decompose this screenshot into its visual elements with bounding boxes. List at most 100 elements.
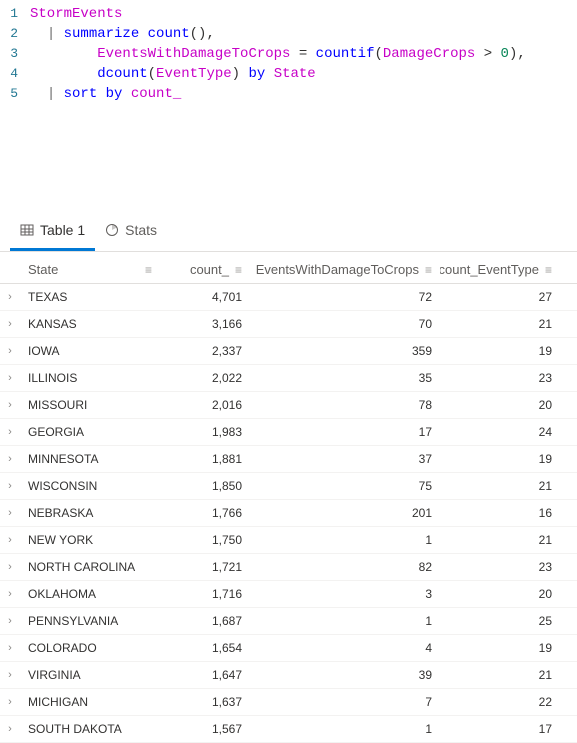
cell-count: 4,701 [160,290,250,304]
table-row[interactable]: ›NEBRASKA1,76620116 [0,500,577,527]
table-row[interactable]: ›MISSOURI2,0167820 [0,392,577,419]
table-row[interactable]: ›COLORADO1,654419 [0,635,577,662]
expand-row-icon[interactable]: › [0,318,20,330]
table-row[interactable]: ›GEORGIA1,9831724 [0,419,577,446]
expand-row-icon[interactable]: › [0,480,20,492]
tab-table[interactable]: Table 1 [10,214,95,251]
expand-row-icon[interactable]: › [0,696,20,708]
code-line[interactable]: 5 | sort by count_ [0,84,577,104]
code-editor[interactable]: 1StormEvents2 | summarize count(),3 Even… [0,0,577,114]
cell-count: 1,716 [160,587,250,601]
table-row[interactable]: ›MINNESOTA1,8813719 [0,446,577,473]
cell-damage: 201 [250,506,440,520]
cell-dcount: 17 [440,722,560,736]
cell-dcount: 21 [440,668,560,682]
table-row[interactable]: ›ILLINOIS2,0223523 [0,365,577,392]
column-header-state[interactable]: State ≡ [20,262,160,277]
table-row[interactable]: ›NEW YORK1,750121 [0,527,577,554]
stats-icon [105,223,119,237]
expand-row-icon[interactable]: › [0,615,20,627]
table-row[interactable]: ›OKLAHOMA1,716320 [0,581,577,608]
menu-icon[interactable]: ≡ [425,263,432,277]
column-header-count[interactable]: count_ ≡ [160,262,250,277]
cell-dcount: 23 [440,560,560,574]
cell-state: NEW YORK [20,533,160,547]
cell-dcount: 19 [440,344,560,358]
expand-row-icon[interactable]: › [0,507,20,519]
cell-damage: 37 [250,452,440,466]
result-tabs: Table 1 Stats [0,214,577,252]
cell-count: 1,766 [160,506,250,520]
menu-icon[interactable]: ≡ [145,263,152,277]
table-row[interactable]: ›VIRGINIA1,6473921 [0,662,577,689]
cell-state: KANSAS [20,317,160,331]
cell-state: SOUTH DAKOTA [20,722,160,736]
expand-row-icon[interactable]: › [0,534,20,546]
cell-state: WISCONSIN [20,479,160,493]
cell-dcount: 23 [440,371,560,385]
code-content[interactable]: | sort by count_ [30,84,577,104]
cell-count: 2,016 [160,398,250,412]
table-header-row: State ≡ count_ ≡ EventsWithDamageToCrops… [0,256,577,284]
code-content[interactable]: EventsWithDamageToCrops = countif(Damage… [30,44,577,64]
table-row[interactable]: ›KANSAS3,1667021 [0,311,577,338]
table-row[interactable]: ›PENNSYLVANIA1,687125 [0,608,577,635]
expand-row-icon[interactable]: › [0,561,20,573]
cell-damage: 4 [250,641,440,655]
code-line[interactable]: 4 dcount(EventType) by State [0,64,577,84]
table-row[interactable]: ›WISCONSIN1,8507521 [0,473,577,500]
cell-count: 3,166 [160,317,250,331]
expand-row-icon[interactable]: › [0,399,20,411]
line-number: 2 [0,24,30,44]
table-row[interactable]: ›SOUTH DAKOTA1,567117 [0,716,577,743]
menu-icon[interactable]: ≡ [545,263,552,277]
expand-row-icon[interactable]: › [0,372,20,384]
table-row[interactable]: ›IOWA2,33735919 [0,338,577,365]
expand-row-icon[interactable]: › [0,723,20,735]
code-content[interactable]: | summarize count(), [30,24,577,44]
cell-dcount: 25 [440,614,560,628]
table-row[interactable]: ›MICHIGAN1,637722 [0,689,577,716]
expand-row-icon[interactable]: › [0,642,20,654]
cell-damage: 70 [250,317,440,331]
cell-count: 1,654 [160,641,250,655]
column-header-damage[interactable]: EventsWithDamageToCrops ≡ [250,262,440,277]
cell-dcount: 20 [440,398,560,412]
expand-row-icon[interactable]: › [0,291,20,303]
cell-damage: 17 [250,425,440,439]
cell-damage: 1 [250,722,440,736]
cell-dcount: 27 [440,290,560,304]
cell-state: VIRGINIA [20,668,160,682]
code-line[interactable]: 1StormEvents [0,4,577,24]
expand-row-icon[interactable]: › [0,426,20,438]
cell-count: 1,687 [160,614,250,628]
expand-row-icon[interactable]: › [0,669,20,681]
tab-stats[interactable]: Stats [95,214,167,251]
cell-damage: 359 [250,344,440,358]
menu-icon[interactable]: ≡ [235,263,242,277]
column-header-label: State [28,262,58,277]
cell-damage: 39 [250,668,440,682]
column-header-dcount[interactable]: dcount_EventType ≡ [440,262,560,277]
code-content[interactable]: StormEvents [30,4,577,24]
cell-count: 1,637 [160,695,250,709]
expand-row-icon[interactable]: › [0,453,20,465]
table-row[interactable]: ›TEXAS4,7017227 [0,284,577,311]
expand-row-icon[interactable]: › [0,345,20,357]
column-header-label: dcount_EventType [440,262,539,277]
cell-damage: 78 [250,398,440,412]
code-line[interactable]: 2 | summarize count(), [0,24,577,44]
cell-dcount: 20 [440,587,560,601]
cell-count: 1,850 [160,479,250,493]
cell-count: 1,881 [160,452,250,466]
expand-row-icon[interactable]: › [0,588,20,600]
table-row[interactable]: ›NORTH CAROLINA1,7218223 [0,554,577,581]
cell-state: MINNESOTA [20,452,160,466]
code-line[interactable]: 3 EventsWithDamageToCrops = countif(Dama… [0,44,577,64]
line-number: 5 [0,84,30,104]
code-content[interactable]: dcount(EventType) by State [30,64,577,84]
cell-state: NEBRASKA [20,506,160,520]
cell-dcount: 19 [440,452,560,466]
cell-count: 1,721 [160,560,250,574]
column-header-label: count_ [190,262,229,277]
